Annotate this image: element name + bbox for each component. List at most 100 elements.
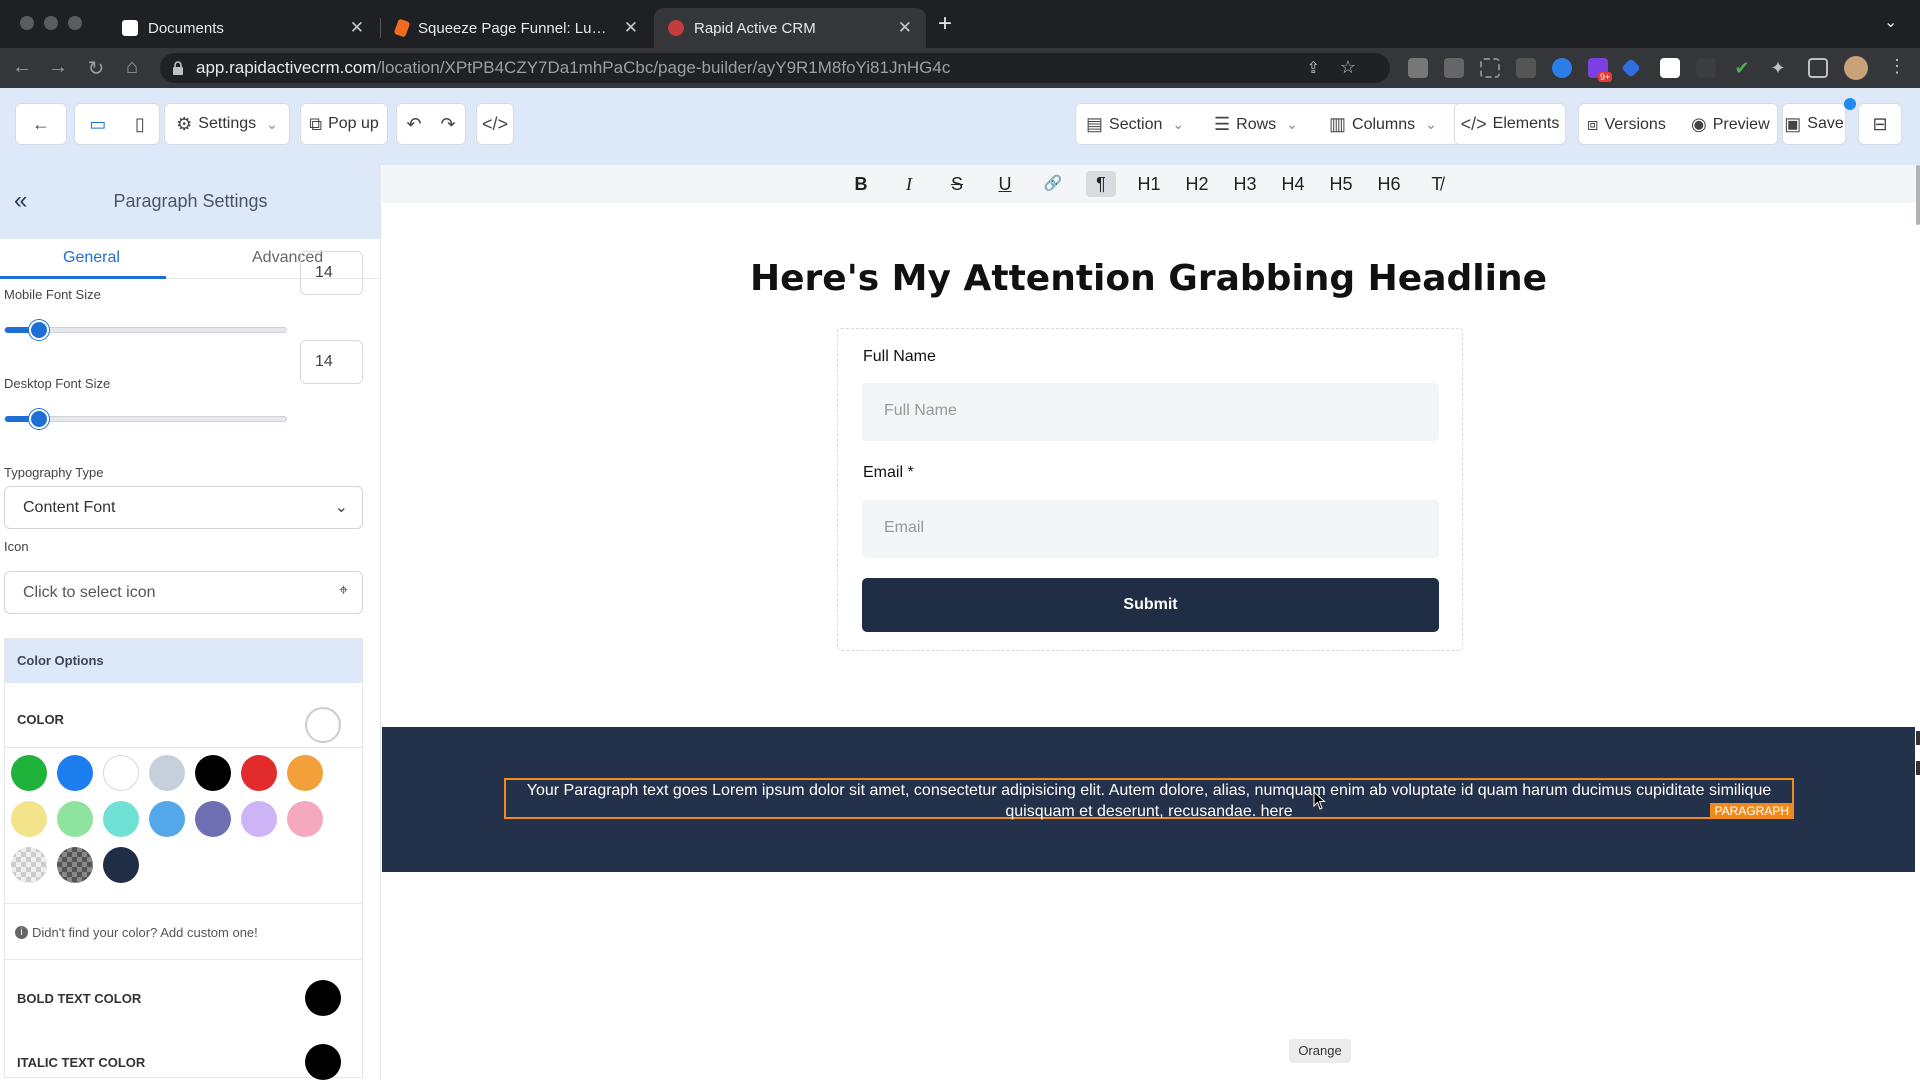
color-swatch[interactable] <box>195 801 231 837</box>
close-icon[interactable]: ✕ <box>350 18 364 38</box>
paragraph-text[interactable]: Your Paragraph text goes Lorem ipsum dol… <box>506 780 1792 822</box>
custom-color-hint[interactable]: i Didn't find your color? Add custom one… <box>15 925 258 940</box>
optin-form[interactable]: Full Name Full Name Email * Email Submit <box>837 328 1463 651</box>
browser-menu-icon[interactable]: ⋮ <box>1888 56 1906 77</box>
close-icon[interactable]: ✕ <box>898 18 912 38</box>
window-minimize-dot[interactable] <box>44 16 58 30</box>
color-swatch[interactable] <box>57 755 93 791</box>
color-swatch[interactable] <box>11 801 47 837</box>
paragraph-button[interactable]: ¶ <box>1086 171 1116 197</box>
window-maximize-dot[interactable] <box>68 16 82 30</box>
color-swatch[interactable] <box>103 847 139 883</box>
new-tab-button[interactable]: + <box>938 10 952 38</box>
italic-button[interactable]: I <box>894 171 924 197</box>
bookmark-star-icon[interactable]: ☆ <box>1340 57 1356 78</box>
color-swatch[interactable] <box>241 755 277 791</box>
color-swatch[interactable] <box>103 755 139 791</box>
extension-tag-icon[interactable] <box>1621 58 1641 78</box>
color-swatch[interactable] <box>149 755 185 791</box>
home-icon[interactable]: ⌂ <box>120 56 144 79</box>
color-swatch[interactable] <box>241 801 277 837</box>
full-name-input[interactable]: Full Name <box>862 383 1439 441</box>
url-field[interactable]: app.rapidactivecrm.com/location/XPtPB4CZ… <box>160 53 1390 83</box>
share-icon[interactable]: ⇪ <box>1307 58 1320 78</box>
side-panel-icon[interactable] <box>1808 58 1828 78</box>
lock-icon <box>173 61 183 75</box>
close-icon[interactable]: ✕ <box>624 18 638 38</box>
color-swatch[interactable] <box>103 801 139 837</box>
forward-arrow-icon[interactable]: → <box>46 56 70 79</box>
extension-screenshot-icon[interactable] <box>1480 58 1500 78</box>
mobile-font-size-input[interactable]: 14 <box>300 251 363 295</box>
slider-thumb[interactable] <box>29 409 50 429</box>
desktop-icon[interactable]: ▭ <box>89 114 106 135</box>
versions-icon: ⧈ <box>1587 114 1599 134</box>
heading-2-button[interactable]: H2 <box>1182 171 1212 197</box>
reload-icon[interactable]: ↻ <box>84 56 108 81</box>
heading-3-button[interactable]: H3 <box>1230 171 1260 197</box>
extension-messenger-icon[interactable] <box>1552 58 1572 78</box>
tab-general[interactable]: General <box>63 249 120 267</box>
settings-button[interactable]: ⚙ Settings ⌄ <box>164 103 290 145</box>
mobile-icon[interactable]: ▯ <box>135 114 145 135</box>
bold-text-color-swatch[interactable] <box>305 980 341 1016</box>
extensions-puzzle-icon[interactable]: ✦ <box>1768 58 1788 78</box>
extension-pen-icon[interactable] <box>1408 58 1428 78</box>
color-swatch[interactable] <box>57 847 93 883</box>
versions-button[interactable]: ⧈ Versions <box>1587 114 1666 135</box>
undo-icon[interactable]: ↶ <box>406 114 421 135</box>
color-swatch[interactable] <box>57 801 93 837</box>
back-button[interactable]: ← <box>15 103 67 145</box>
bold-button[interactable]: B <box>846 171 876 197</box>
extension-c-icon[interactable] <box>1660 58 1680 78</box>
browser-tab-documents[interactable]: Documents ✕ <box>108 8 378 48</box>
window-close-dot[interactable] <box>20 16 34 30</box>
heading-6-button[interactable]: H6 <box>1374 171 1404 197</box>
submit-button[interactable]: Submit <box>862 578 1439 632</box>
email-input[interactable]: Email <box>862 500 1439 558</box>
back-arrow-icon[interactable]: ← <box>10 56 34 79</box>
elements-button[interactable]: </> Elements <box>1454 103 1566 145</box>
heading-4-button[interactable]: H4 <box>1278 171 1308 197</box>
publish-button[interactable]: ⊟ <box>1858 103 1902 145</box>
columns-label: Columns <box>1352 115 1416 133</box>
canvas-scrollbar[interactable] <box>1916 165 1920 225</box>
save-button[interactable]: ▣ Save <box>1782 103 1846 145</box>
italic-text-color-swatch[interactable] <box>305 1044 341 1080</box>
strikethrough-button[interactable]: S <box>942 171 972 197</box>
extension-dark-icon[interactable] <box>1696 58 1716 78</box>
columns-button[interactable]: ▥ Columns ⌄ <box>1329 114 1437 135</box>
section-icon: ▤ <box>1086 114 1104 134</box>
browser-tab-rapid-active-crm[interactable]: Rapid Active CRM ✕ <box>654 8 926 48</box>
preview-button[interactable]: ◉ Preview <box>1691 114 1770 135</box>
extension-check-icon[interactable]: ✔ <box>1732 58 1752 78</box>
heading-1-button[interactable]: H1 <box>1134 171 1164 197</box>
clear-format-button[interactable]: T̸ <box>1422 171 1452 197</box>
current-color-circle[interactable] <box>305 707 341 743</box>
typography-type-select[interactable]: Content Font ⌄ <box>4 486 363 529</box>
extension-code-icon[interactable] <box>1516 58 1536 78</box>
popup-button[interactable]: ⧉ Pop up <box>300 103 388 145</box>
rows-button[interactable]: ☰ Rows ⌄ <box>1214 114 1298 135</box>
profile-avatar[interactable] <box>1844 56 1868 80</box>
color-swatch[interactable] <box>149 801 185 837</box>
color-swatch[interactable] <box>287 801 323 837</box>
tab-search-chevron-icon[interactable]: ⌄ <box>1884 12 1897 32</box>
color-swatch[interactable] <box>11 755 47 791</box>
code-button[interactable]: </> <box>476 103 514 145</box>
selected-paragraph[interactable]: Your Paragraph text goes Lorem ipsum dol… <box>504 778 1794 822</box>
extension-camera-icon[interactable] <box>1444 58 1464 78</box>
color-swatch[interactable] <box>195 755 231 791</box>
desktop-font-size-input[interactable]: 14 <box>300 340 363 384</box>
color-swatch[interactable] <box>11 847 47 883</box>
section-button[interactable]: ▤ Section ⌄ <box>1086 114 1184 135</box>
page-headline[interactable]: Here's My Attention Grabbing Headline <box>382 258 1915 299</box>
link-button[interactable]: 🔗 <box>1038 171 1068 197</box>
slider-thumb[interactable] <box>29 320 50 340</box>
redo-icon[interactable]: ↷ <box>440 114 455 135</box>
underline-button[interactable]: U <box>990 171 1020 197</box>
color-swatch[interactable] <box>287 755 323 791</box>
icon-select-field[interactable]: Click to select icon ⌖ <box>4 571 363 614</box>
heading-5-button[interactable]: H5 <box>1326 171 1356 197</box>
browser-tab-lucidchart[interactable]: Squeeze Page Funnel: Lucidch ✕ <box>382 8 652 48</box>
